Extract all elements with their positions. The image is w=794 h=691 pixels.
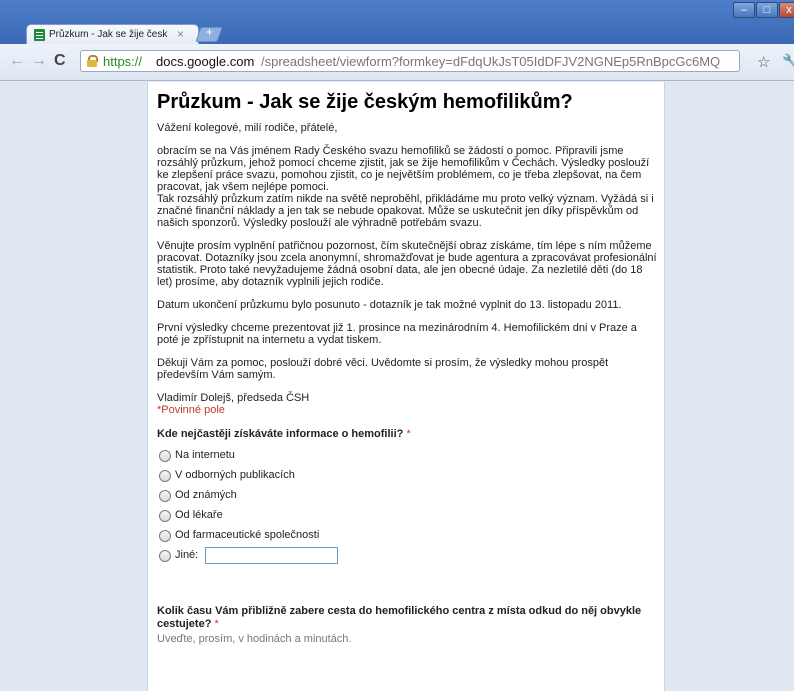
wrench-icon[interactable]: 🔧 <box>782 53 794 70</box>
window-titlebar: Průzkum - Jak se žije českým h × + – □ x <box>0 0 794 44</box>
radio-option-label[interactable]: V odborných publikacích <box>175 469 295 481</box>
form-title: Průzkum - Jak se žije českým hemofilikům… <box>157 91 573 113</box>
tab-title: Průzkum - Jak se žije českým h <box>49 29 167 40</box>
required-marker: * <box>214 618 219 630</box>
url-path: /spreadsheet/viewform?formkey=dFdqUkJsT0… <box>261 54 721 69</box>
lock-icon <box>87 55 98 67</box>
radio-option-other[interactable]: Jiné: <box>157 547 657 567</box>
radio-button[interactable] <box>159 550 171 562</box>
radio-option[interactable]: Od známých <box>157 487 657 507</box>
reload-icon[interactable]: C <box>54 52 66 70</box>
radio-option-label[interactable]: Jiné: <box>175 549 198 561</box>
maximize-button[interactable]: □ <box>756 2 778 18</box>
radio-button[interactable] <box>159 510 171 522</box>
other-text-input[interactable] <box>205 547 338 564</box>
form-paragraph: Děkuji Vám za pomoc, poslouží dobré věci… <box>157 357 609 381</box>
required-marker: * <box>406 428 411 440</box>
radio-option[interactable]: Od farmaceutické společnosti <box>157 527 657 547</box>
radio-option-label[interactable]: Od známých <box>175 489 237 501</box>
tab-close-icon[interactable]: × <box>177 27 184 41</box>
url-scheme: https:// <box>103 54 143 69</box>
radio-button[interactable] <box>159 470 171 482</box>
radio-button[interactable] <box>159 450 171 462</box>
question-1-label: Kde nejčastěji získáváte informace o hem… <box>157 428 657 441</box>
question-1-text: Kde nejčastěji získáváte informace o hem… <box>157 428 404 440</box>
required-field-note: *Povinné pole <box>157 404 225 416</box>
form-signature: Vladimír Dolejš, předseda ČSH <box>157 392 310 404</box>
radio-option[interactable]: Od lékaře <box>157 507 657 527</box>
bookmark-star-icon[interactable]: ☆ <box>757 53 770 71</box>
radio-option-label[interactable]: Na internetu <box>175 449 235 461</box>
radio-option-label[interactable]: Od lékaře <box>175 509 223 521</box>
form-content: Průzkum - Jak se žije českým hemofilikům… <box>157 90 657 645</box>
form-paragraph: První výsledky chceme prezentovat již 1.… <box>157 322 637 346</box>
form-paragraph: Datum ukončení průzkumu bylo posunuto - … <box>157 299 622 311</box>
plus-icon: + <box>205 25 213 39</box>
address-bar[interactable]: https:// docs.google.com /spreadsheet/vi… <box>80 50 740 72</box>
radio-button[interactable] <box>159 490 171 502</box>
radio-option[interactable]: V odborných publikacích <box>157 467 657 487</box>
browser-toolbar: ← → C https:// docs.google.com /spreadsh… <box>0 44 794 81</box>
radio-button[interactable] <box>159 530 171 542</box>
question-2-text: Kolik času Vám přibližně zabere cesta do… <box>157 605 642 630</box>
forward-arrow-icon[interactable]: → <box>31 52 47 70</box>
radio-option[interactable]: Na internetu <box>157 447 657 467</box>
minimize-button[interactable]: – <box>733 2 755 18</box>
form-paragraph: obracím se na Vás jménem Rady Českého sv… <box>157 145 654 229</box>
form-page: Průzkum - Jak se žije českým hemofilikům… <box>147 82 665 691</box>
back-arrow-icon[interactable]: ← <box>9 52 25 70</box>
close-window-button[interactable]: x <box>779 2 794 18</box>
url-host: docs.google.com <box>156 54 255 69</box>
radio-option-label[interactable]: Od farmaceutické společnosti <box>175 529 319 541</box>
new-tab-button[interactable]: + <box>195 25 223 42</box>
spreadsheet-favicon-icon <box>34 29 45 41</box>
browser-tab[interactable]: Průzkum - Jak se žije českým h × <box>26 24 199 44</box>
form-paragraph: Vážení kolegové, milí rodiče, přátelé, <box>157 122 338 134</box>
question-2-label: Kolik času Vám přibližně zabere cesta do… <box>157 605 657 631</box>
form-paragraph: Věnujte prosím vyplnění patřičnou pozorn… <box>157 240 657 288</box>
question-2-help-text: Uveďte, prosím, v hodinách a minutách. <box>157 633 352 645</box>
